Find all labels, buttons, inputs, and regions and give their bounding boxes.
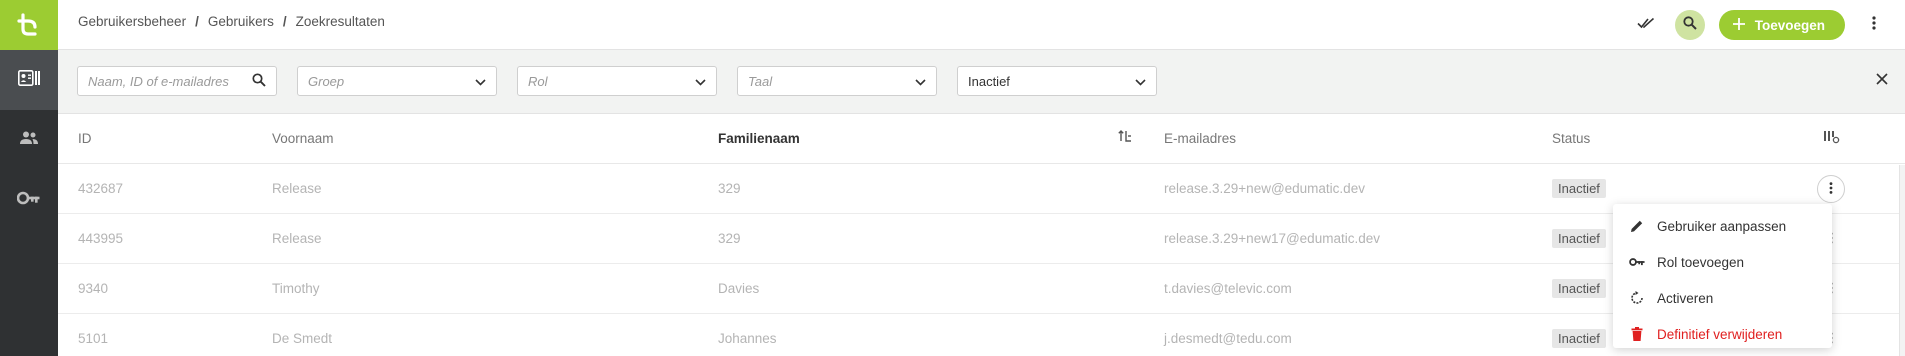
- edumatic-logo-icon[interactable]: [0, 0, 58, 50]
- status-badge: Inactief: [1552, 229, 1606, 248]
- search-input[interactable]: Naam, ID of e-mailadres: [77, 66, 277, 96]
- cell-lastname: 329: [718, 231, 741, 246]
- menu-item-delete-permanently[interactable]: Definitief verwijderen: [1613, 316, 1832, 352]
- column-settings-icon[interactable]: [1824, 130, 1840, 147]
- cell-email: release.3.29+new@edumatic.dev: [1164, 181, 1365, 196]
- cell-lastname: 329: [718, 181, 741, 196]
- double-check-icon: [1637, 16, 1655, 34]
- more-options-button[interactable]: [1859, 10, 1889, 40]
- language-select[interactable]: Taal: [737, 66, 937, 96]
- pencil-icon: [1629, 218, 1645, 234]
- sidebar: [0, 0, 58, 356]
- sort-icon[interactable]: [1118, 130, 1132, 145]
- top-bar: Gebruikersbeheer / Gebruikers / Zoekresu…: [58, 0, 1905, 50]
- menu-item-label: Activeren: [1657, 290, 1714, 306]
- menu-item-label: Rol toevoegen: [1657, 254, 1745, 270]
- close-filter-button[interactable]: [1871, 70, 1893, 92]
- column-header-lastname[interactable]: Familienaam: [718, 131, 800, 146]
- chevron-down-icon: [1135, 74, 1146, 89]
- column-header-status[interactable]: Status: [1552, 131, 1590, 146]
- plus-icon: [1732, 17, 1745, 33]
- add-user-button[interactable]: Toevoegen: [1718, 10, 1845, 40]
- status-badge: Inactief: [1552, 179, 1606, 198]
- groups-icon: [18, 130, 40, 151]
- add-button-label: Toevoegen: [1754, 17, 1825, 33]
- role-select[interactable]: Rol: [517, 66, 717, 96]
- status-select-value: Inactief: [968, 73, 1010, 89]
- search-input-placeholder: Naam, ID of e-mailadres: [88, 73, 229, 89]
- close-icon: [1876, 72, 1888, 90]
- menu-item-edit-user[interactable]: Gebruiker aanpassen: [1613, 208, 1832, 244]
- column-header-firstname[interactable]: Voornaam: [272, 131, 334, 146]
- cell-id: 432687: [78, 181, 124, 196]
- more-vertical-icon: [1872, 15, 1876, 35]
- row-menu-button[interactable]: [1817, 175, 1845, 203]
- group-select[interactable]: Groep: [297, 66, 497, 96]
- search-icon: [1683, 15, 1697, 35]
- cell-id: 443995: [78, 231, 124, 246]
- cell-id: 5101: [78, 331, 109, 346]
- more-vertical-icon: [1829, 181, 1833, 197]
- chevron-down-icon: [915, 74, 926, 89]
- cell-email: j.desmedt@tedu.com: [1164, 331, 1292, 346]
- column-header-id[interactable]: ID: [78, 131, 92, 146]
- breadcrumb-separator: /: [282, 14, 287, 29]
- mark-all-read-button[interactable]: [1631, 10, 1661, 40]
- key-icon: [16, 191, 41, 210]
- menu-item-label: Definitief verwijderen: [1657, 326, 1783, 342]
- menu-item-activate[interactable]: Activeren: [1613, 280, 1832, 316]
- search-toggle-button[interactable]: [1674, 10, 1705, 40]
- menu-item-label: Gebruiker aanpassen: [1657, 218, 1787, 234]
- key-icon: [1629, 254, 1645, 270]
- chevron-down-icon: [695, 74, 706, 89]
- cell-lastname: Johannes: [718, 331, 777, 346]
- app-root: Gebruikersbeheer / Gebruikers / Zoekresu…: [0, 0, 1905, 356]
- sidebar-item-users[interactable]: [0, 50, 58, 110]
- breadcrumb: Gebruikersbeheer / Gebruikers / Zoekresu…: [78, 14, 385, 29]
- breadcrumb-item-gebruikersbeheer[interactable]: Gebruikersbeheer: [78, 14, 186, 29]
- cell-lastname: Davies: [718, 281, 760, 296]
- cell-email: t.davies@televic.com: [1164, 281, 1292, 296]
- row-action-menu: Gebruiker aanpassen Rol toevoegen Active…: [1613, 204, 1832, 348]
- table-header: ID Voornaam Familienaam E-mailadres Stat…: [58, 114, 1905, 164]
- sidebar-item-roles[interactable]: [0, 170, 58, 230]
- chevron-down-icon: [475, 74, 486, 89]
- cell-firstname: Release: [272, 181, 322, 196]
- top-actions: Toevoegen: [1631, 0, 1905, 50]
- status-select[interactable]: Inactief: [957, 66, 1157, 96]
- breadcrumb-separator: /: [195, 14, 199, 29]
- cell-firstname: Timothy: [272, 281, 320, 296]
- trash-icon: [1629, 326, 1645, 342]
- cell-email: release.3.29+new17@edumatic.dev: [1164, 231, 1380, 246]
- sidebar-item-groups[interactable]: [0, 110, 58, 170]
- role-select-placeholder: Rol: [528, 73, 548, 89]
- cell-firstname: De Smedt: [272, 331, 333, 346]
- scrollbar[interactable]: [1899, 165, 1905, 356]
- menu-item-add-role[interactable]: Rol toevoegen: [1613, 244, 1832, 280]
- refresh-icon: [1629, 290, 1645, 306]
- group-select-placeholder: Groep: [308, 73, 345, 89]
- filter-bar: Naam, ID of e-mailadres Groep Rol Taal I…: [58, 50, 1905, 114]
- search-icon: [252, 72, 266, 90]
- user-card-icon: [18, 69, 40, 91]
- breadcrumb-item-gebruikers[interactable]: Gebruikers: [208, 14, 274, 29]
- cell-id: 9340: [78, 281, 109, 296]
- status-badge: Inactief: [1552, 279, 1606, 298]
- breadcrumb-item-zoekresultaten: Zoekresultaten: [295, 14, 385, 29]
- cell-firstname: Release: [272, 231, 322, 246]
- status-badge: Inactief: [1552, 329, 1606, 348]
- language-select-placeholder: Taal: [748, 73, 773, 89]
- column-header-email[interactable]: E-mailadres: [1164, 131, 1236, 146]
